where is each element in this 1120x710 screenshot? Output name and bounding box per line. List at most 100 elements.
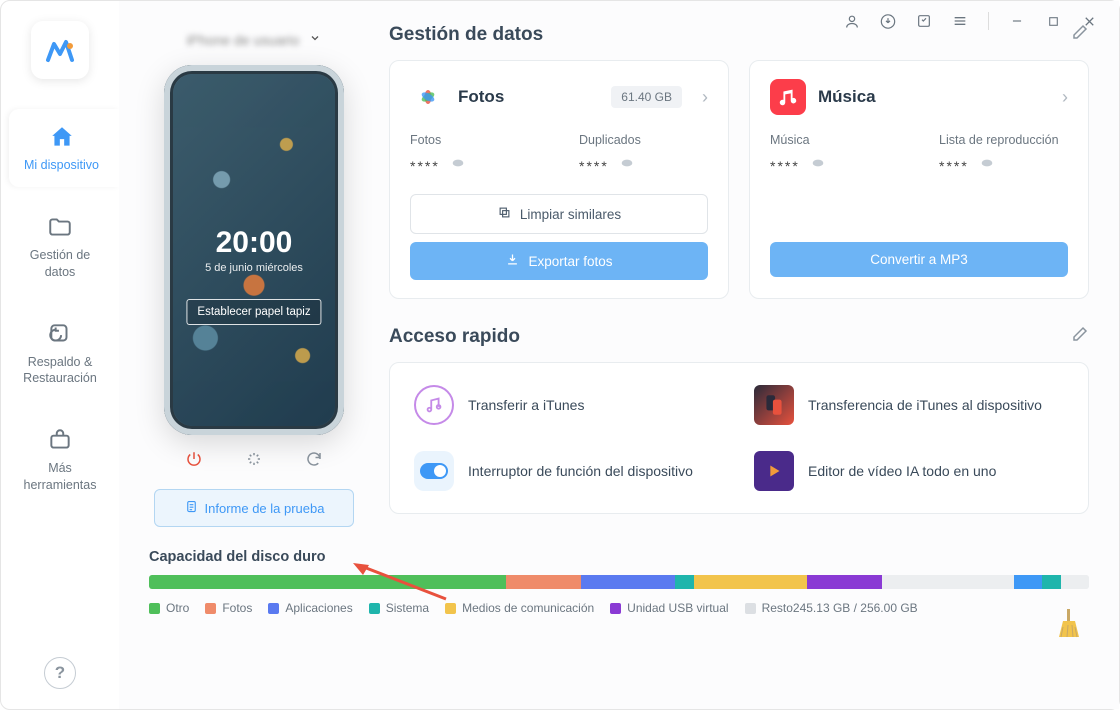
legend-label: Medios de comunicación	[462, 601, 594, 615]
storage-title: Capacidad del disco duro	[149, 549, 1089, 565]
download-icon	[505, 252, 520, 270]
folder-icon	[46, 213, 74, 241]
nav-more-tools[interactable]: Más herramientas	[9, 412, 111, 507]
storage-bar	[149, 575, 1089, 589]
chevron-right-icon[interactable]: ›	[702, 87, 708, 108]
photos-size: 61.40 GB	[611, 86, 682, 108]
device-selector[interactable]: iPhone de usuario	[149, 23, 359, 65]
toolbox-icon	[46, 426, 74, 454]
toggle-icon	[414, 451, 454, 491]
separator	[988, 12, 989, 30]
quick-transfer-from-itunes[interactable]: Transferencia de iTunes al dispositivo	[754, 385, 1064, 425]
storage-segment	[694, 575, 807, 589]
photos-count-label: Fotos	[410, 133, 539, 147]
section-title: Gestión de datos	[389, 24, 543, 46]
user-icon[interactable]	[844, 13, 860, 29]
legend-item: Sistema	[369, 601, 429, 615]
feedback-icon[interactable]	[916, 13, 932, 29]
backup-icon	[46, 320, 74, 348]
clean-icon	[497, 205, 512, 223]
clean-storage-button[interactable]	[1053, 607, 1085, 639]
swatch	[445, 603, 456, 614]
quick-access-card: Transferir a iTunes Transferencia de iTu…	[389, 362, 1089, 514]
device-preview: 20:00 5 de junio miércoles Establecer pa…	[164, 65, 344, 435]
loading-icon[interactable]	[242, 447, 266, 471]
clean-similar-button[interactable]: Limpiar similares	[410, 194, 708, 234]
storage-segment	[149, 575, 506, 589]
storage-segment	[581, 575, 675, 589]
masked-value: ****	[579, 158, 609, 174]
legend-item: Fotos	[205, 601, 252, 615]
nav-data-management[interactable]: Gestión de datos	[9, 199, 111, 294]
help-button[interactable]: ?	[44, 657, 76, 689]
home-icon	[48, 123, 76, 151]
download-icon[interactable]	[880, 13, 896, 29]
swatch	[205, 603, 216, 614]
legend-item: Medios de comunicación	[445, 601, 594, 615]
device-name: iPhone de usuario	[187, 32, 300, 48]
device-column: iPhone de usuario 20:00 5 de junio miérc…	[149, 23, 359, 527]
menu-icon[interactable]	[952, 13, 968, 29]
power-button[interactable]	[182, 447, 206, 471]
swatch	[149, 603, 160, 614]
masked-value: ****	[410, 158, 440, 174]
clipboard-icon	[184, 499, 199, 517]
quick-label: Interruptor de función del dispositivo	[468, 462, 693, 481]
legend-label: Fotos	[222, 601, 252, 615]
eye-icon[interactable]	[979, 155, 995, 176]
minimize-button[interactable]	[1009, 13, 1025, 29]
playlist-label: Lista de reproducción	[939, 133, 1068, 147]
nav-label: Gestión de datos	[14, 247, 106, 280]
swatch	[268, 603, 279, 614]
quick-ai-video-editor[interactable]: Editor de vídeo IA todo en uno	[754, 451, 1064, 491]
nav-label: Respaldo & Restauración	[14, 354, 106, 387]
export-photos-button[interactable]: Exportar fotos	[410, 242, 708, 280]
main-panel: iPhone de usuario 20:00 5 de junio miérc…	[119, 1, 1119, 709]
test-report-button[interactable]: Informe de la prueba	[154, 489, 354, 527]
convert-mp3-button[interactable]: Convertir a MP3	[770, 242, 1068, 277]
storage-segment	[807, 575, 882, 589]
storage-segment	[675, 575, 694, 589]
chevron-down-icon	[309, 31, 321, 49]
legend-item: Otro	[149, 601, 189, 615]
eye-icon[interactable]	[810, 155, 826, 176]
masked-value: ****	[770, 158, 800, 174]
section-title: Acceso rapido	[389, 326, 520, 348]
eye-icon[interactable]	[619, 155, 635, 176]
chevron-right-icon[interactable]: ›	[1062, 87, 1068, 108]
quick-device-switch[interactable]: Interruptor de función del dispositivo	[414, 451, 724, 491]
quick-label: Transferir a iTunes	[468, 396, 584, 415]
nav-backup-restore[interactable]: Respaldo & Restauración	[9, 306, 111, 401]
legend-item: Aplicaciones	[268, 601, 352, 615]
quick-label: Transferencia de iTunes al dispositivo	[808, 396, 1042, 415]
storage-segment	[506, 575, 581, 589]
nav-my-device[interactable]: Mi dispositivo	[9, 109, 119, 187]
music-count-label: Música	[770, 133, 899, 147]
legend-label: Unidad USB virtual	[627, 601, 728, 615]
phone-transfer-icon	[754, 385, 794, 425]
music-icon	[770, 79, 806, 115]
swatch	[745, 603, 756, 614]
quick-transfer-to-itunes[interactable]: Transferir a iTunes	[414, 385, 724, 425]
eye-icon[interactable]	[450, 155, 466, 176]
swatch	[610, 603, 621, 614]
close-button[interactable]	[1081, 13, 1097, 29]
swatch	[369, 603, 380, 614]
report-label: Informe de la prueba	[205, 501, 325, 516]
maximize-button[interactable]	[1045, 13, 1061, 29]
legend-label: Aplicaciones	[285, 601, 352, 615]
storage-section: Capacidad del disco duro Otro Fotos Aplica…	[149, 549, 1089, 615]
set-wallpaper-button[interactable]: Establecer papel tapiz	[186, 299, 321, 325]
legend-item: Unidad USB virtual	[610, 601, 728, 615]
lock-time: 20:00	[205, 226, 303, 260]
masked-value: ****	[939, 158, 969, 174]
storage-segment	[1061, 575, 1089, 589]
app-logo	[31, 21, 89, 79]
quick-access-header: Acceso rapido	[389, 325, 1089, 348]
legend-rest: Resto245.13 GB / 256.00 GB	[745, 601, 918, 615]
music-card: Música › Música **** Lista de reproducci…	[749, 60, 1089, 299]
refresh-button[interactable]	[302, 447, 326, 471]
photos-card: Fotos 61.40 GB › Fotos **** Duplicados	[389, 60, 729, 299]
edit-icon[interactable]	[1071, 325, 1089, 348]
lock-date: 5 de junio miércoles	[205, 262, 303, 274]
